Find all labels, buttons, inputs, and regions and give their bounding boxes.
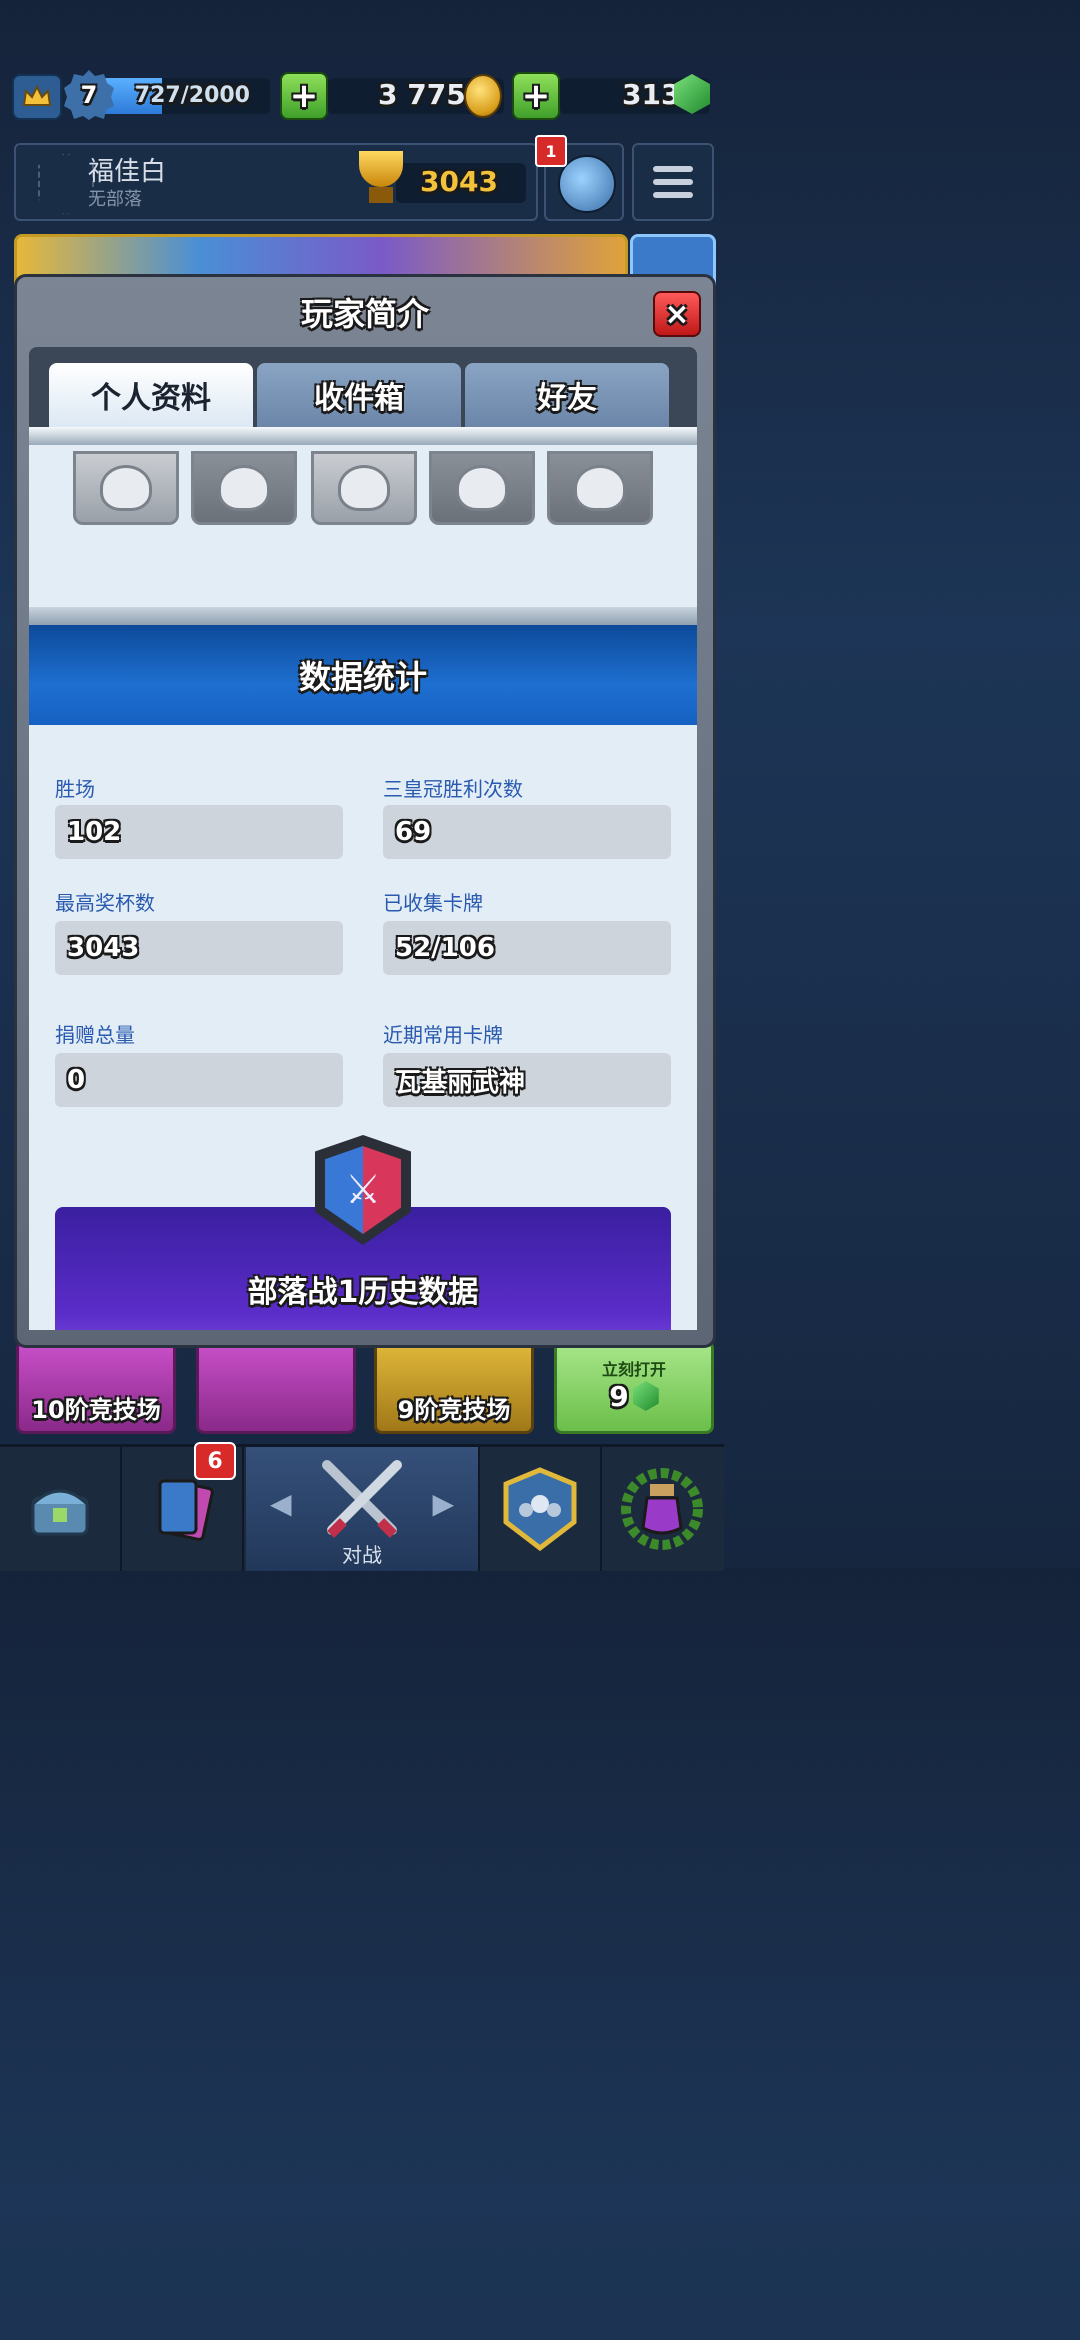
gems-amount: 313 (622, 78, 681, 111)
trophy-icon (356, 151, 406, 211)
donations-label: 捐赠总量 (55, 1023, 135, 1047)
badge-icon (456, 465, 508, 511)
clan-badge-empty-icon (38, 153, 94, 215)
favorite-card-label: 近期常用卡牌 (383, 1023, 503, 1047)
bottom-navigation: ◀ ▶ 对战 (0, 1444, 724, 1571)
clan-war-title: 部落战1历史数据 (247, 1275, 479, 1310)
donations-value: 0 (55, 1053, 343, 1107)
hamburger-icon (653, 166, 693, 172)
wins-value: 102 (55, 805, 343, 859)
stats-header: 数据统计 (29, 625, 697, 725)
gem-icon (632, 1381, 659, 1411)
trophy-count: 3043 (420, 165, 498, 198)
cards-notification-badge: 6 (194, 1442, 236, 1480)
crown-icon (22, 85, 52, 106)
badge-tile[interactable] (429, 451, 535, 525)
xp-text: 727/2000 (134, 83, 250, 108)
tab-bar: 个人资料 收件箱 好友 (29, 347, 697, 437)
battle-label: 对战 (342, 1543, 382, 1567)
badge-tile[interactable] (547, 451, 653, 525)
chest-slot-3[interactable]: 9阶竞技场 (374, 1340, 534, 1434)
gold-amount: 3 775 (378, 78, 466, 111)
badge-tile[interactable] (191, 451, 297, 525)
shield-icon (574, 465, 626, 511)
crossed-swords-icon (322, 1460, 402, 1538)
add-gold-button[interactable]: + (280, 72, 328, 120)
close-button[interactable]: × (653, 291, 701, 337)
wins-label: 胜场 (55, 777, 95, 801)
badge-tile[interactable] (311, 451, 417, 525)
laurel-potion-icon (621, 1468, 703, 1550)
chest-slot-2[interactable] (196, 1340, 356, 1434)
king-level-button[interactable] (12, 74, 62, 120)
gold-coin-icon (464, 74, 502, 118)
badge-tile[interactable] (73, 451, 179, 525)
main-menu-button[interactable] (632, 143, 714, 221)
player-name-panel[interactable]: 福佳白 无部落 3043 (14, 143, 538, 221)
tab-profile[interactable]: 个人资料 (49, 363, 253, 427)
badge-icon (100, 465, 152, 511)
cards-found-value: 52/106 (383, 921, 671, 975)
chest-slot-4[interactable]: 立刻打开 9 (554, 1340, 714, 1434)
cards-found-label: 已收集卡牌 (383, 891, 483, 915)
favorite-card-value[interactable]: 瓦基丽武神 (383, 1053, 671, 1107)
section-divider (29, 607, 697, 625)
player-clan: 无部落 (88, 189, 142, 210)
chest-slot-1[interactable]: 10阶竞技场 (16, 1340, 176, 1434)
tab-friends[interactable]: 好友 (465, 363, 669, 427)
open-now-cost: 9 (609, 1379, 629, 1413)
top-resource-bar: 727/2000 7 + 3 775 + 313 (0, 70, 724, 122)
chevron-right-icon[interactable]: ▶ (432, 1487, 454, 1520)
profile-content[interactable]: 数据统计 胜场 102 三皇冠胜利次数 69 最高奖杯数 3043 已收集卡牌 … (29, 427, 697, 1330)
best-trophies-label: 最高奖杯数 (55, 891, 155, 915)
tab-inbox[interactable]: 收件箱 (257, 363, 461, 427)
medal-icon (338, 465, 390, 511)
cards-icon (158, 1479, 214, 1541)
player-profile-modal: 玩家简介 × 个人资料 收件箱 好友 数据统计 胜场 102 三皇冠胜利次数 6… (14, 274, 716, 1348)
clan-shield-icon (503, 1467, 577, 1552)
crossed-swords-icon: ⚔ (325, 1146, 401, 1234)
nav-social[interactable] (480, 1447, 602, 1571)
treasure-chest-icon (31, 1489, 89, 1536)
add-gems-button[interactable]: + (512, 72, 560, 120)
three-crown-value: 69 (383, 805, 671, 859)
nav-events[interactable] (602, 1447, 722, 1571)
player-name: 福佳白 (88, 157, 167, 187)
nav-shop[interactable] (0, 1447, 122, 1571)
badge-icon (218, 465, 270, 511)
open-now-label: 立刻打开 (601, 1359, 666, 1379)
content-top-edge (29, 427, 697, 445)
three-crown-label: 三皇冠胜利次数 (383, 777, 523, 801)
xp-progress-bar: 727/2000 (100, 78, 270, 114)
modal-title: 玩家简介 (300, 295, 429, 333)
chevron-left-icon[interactable]: ◀ (270, 1487, 292, 1520)
notification-badge: 1 (535, 135, 567, 167)
best-trophies-value: 3043 (55, 921, 343, 975)
close-icon: × (664, 296, 690, 332)
